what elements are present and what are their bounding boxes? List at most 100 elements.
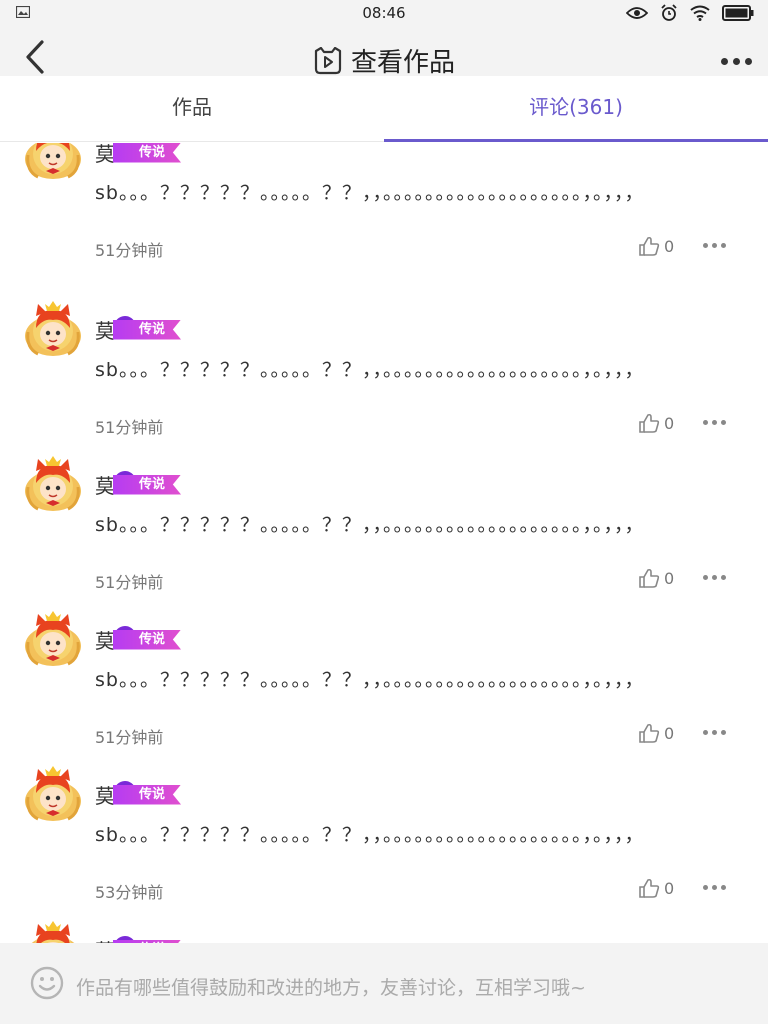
like-count: 0 <box>664 568 675 588</box>
like-count: 0 <box>664 236 675 256</box>
battery-icon <box>722 5 754 21</box>
wifi-icon <box>690 5 710 21</box>
badge-label: 传说 <box>113 629 182 650</box>
like-count: 0 <box>664 413 675 433</box>
username[interactable]: 莫 <box>95 935 115 943</box>
comment-time: 51分钟前 <box>95 728 164 747</box>
thumb-up-icon <box>639 723 660 743</box>
badge-label: 传说 <box>113 474 182 495</box>
dot <box>721 575 726 580</box>
dot <box>721 420 726 425</box>
like-count: 0 <box>664 723 675 743</box>
dot <box>712 575 717 580</box>
like-count: 0 <box>664 878 675 898</box>
badge-label: 传说 <box>113 319 182 340</box>
username[interactable]: 莫 <box>95 143 115 167</box>
name-row: 莫 传说 <box>95 935 182 943</box>
comment-item: 莫 传说 <box>0 918 768 943</box>
comment-time: 51分钟前 <box>95 418 164 437</box>
title-wrap: 查看作品 <box>0 42 768 79</box>
dot <box>703 730 708 735</box>
like-button[interactable]: 0 <box>638 412 674 434</box>
comment-more-icon[interactable] <box>703 730 726 735</box>
username[interactable]: 莫 <box>95 780 115 809</box>
avatar[interactable] <box>22 453 84 515</box>
thumb-up-icon <box>639 236 660 256</box>
level-badge: 传说 <box>113 625 182 651</box>
level-badge: 传说 <box>113 315 182 341</box>
avatar[interactable] <box>22 608 84 670</box>
eye-icon <box>626 7 648 19</box>
comment-text: sb。。。？？？？？。。。。。？？，，。。。。。。。。。。。。。。。。。。。，。… <box>95 514 645 536</box>
username[interactable]: 莫 <box>95 315 115 344</box>
smiley-icon[interactable] <box>30 966 64 1000</box>
dot <box>703 420 708 425</box>
page-title: 查看作品 <box>350 48 455 78</box>
level-badge: 传说 <box>113 143 182 164</box>
dot <box>745 58 752 65</box>
avatar[interactable] <box>22 298 84 360</box>
dot <box>733 58 740 65</box>
level-badge: 传说 <box>113 780 182 806</box>
username[interactable]: 莫 <box>95 625 115 654</box>
thumb-up-icon <box>639 878 660 898</box>
dot <box>721 730 726 735</box>
video-work-icon <box>314 46 342 74</box>
comment-text: sb。。。？？？？？。。。。。？？，，。。。。。。。。。。。。。。。。。。。，。… <box>95 359 645 381</box>
avatar[interactable] <box>22 918 84 943</box>
comment-item: 莫 传说 sb。。。？？？？？。。。。。？？，，。。。。。。。。。。。。。。。。… <box>0 608 768 763</box>
status-bar: 08:46 <box>0 0 768 28</box>
comment-more-icon[interactable] <box>703 420 726 425</box>
badge-label: 传说 <box>113 143 182 163</box>
tab-bar: 作品 评论(361) <box>0 76 768 142</box>
comment-time: 51分钟前 <box>95 241 164 260</box>
comment-more-icon[interactable] <box>703 885 726 890</box>
comment-item: 莫 传说 sb。。。？？？？？。。。。。？？，，。。。。。。。。。。。。。。。。… <box>0 453 768 608</box>
dot <box>703 575 708 580</box>
comment-item: 莫 传说 sb。。。？？？？？。。。。。？？，，。。。。。。。。。。。。。。。。… <box>0 298 768 453</box>
comment-input-bar[interactable]: 作品有哪些值得鼓励和改进的地方，友善讨论，互相学习哦~ <box>0 943 768 1024</box>
comment-item: 莫 传说 sb。。。？？？？？。。。。。？？，，。。。。。。。。。。。。。。。。… <box>0 143 768 276</box>
comment-text: sb。。。？？？？？。。。。。？？，，。。。。。。。。。。。。。。。。。。。，。… <box>95 824 645 846</box>
more-dots-icon[interactable] <box>721 58 752 65</box>
thumb-up-icon <box>639 413 660 433</box>
status-icons <box>626 4 754 22</box>
avatar[interactable] <box>22 763 84 825</box>
name-row: 莫 传说 <box>95 625 182 654</box>
name-row: 莫 传说 <box>95 143 182 167</box>
like-button[interactable]: 0 <box>638 877 674 899</box>
thumb-up-icon <box>639 568 660 588</box>
tab-works[interactable]: 作品 <box>0 76 384 141</box>
dot <box>712 730 717 735</box>
tab-comments[interactable]: 评论(361) <box>384 76 768 142</box>
dot <box>721 58 728 65</box>
comment-input-placeholder[interactable]: 作品有哪些值得鼓励和改进的地方，友善讨论，互相学习哦~ <box>76 973 586 1000</box>
like-button[interactable]: 0 <box>638 722 674 744</box>
avatar[interactable] <box>22 143 84 183</box>
like-button[interactable]: 0 <box>638 235 674 257</box>
dot <box>712 420 717 425</box>
dot <box>703 885 708 890</box>
dot <box>712 243 717 248</box>
comment-text: sb。。。？？？？？。。。。。？？，，。。。。。。。。。。。。。。。。。。。，。… <box>95 669 645 691</box>
dot <box>721 243 726 248</box>
dot <box>703 243 708 248</box>
comment-list[interactable]: 莫 传说 sb。。。？？？？？。。。。。？？，，。。。。。。。。。。。。。。。。… <box>0 143 768 943</box>
level-badge: 传说 <box>113 470 182 496</box>
comment-more-icon[interactable] <box>703 575 726 580</box>
comment-time: 51分钟前 <box>95 573 164 592</box>
dot <box>712 885 717 890</box>
username[interactable]: 莫 <box>95 470 115 499</box>
comment-time: 53分钟前 <box>95 883 164 902</box>
title-bar: 查看作品 <box>0 28 768 79</box>
name-row: 莫 传说 <box>95 470 182 499</box>
like-button[interactable]: 0 <box>638 567 674 589</box>
name-row: 莫 传说 <box>95 315 182 344</box>
badge-label: 传说 <box>113 784 182 805</box>
alarm-icon <box>661 4 677 21</box>
comment-item: 莫 传说 sb。。。？？？？？。。。。。？？，，。。。。。。。。。。。。。。。。… <box>0 763 768 918</box>
comment-more-icon[interactable] <box>703 243 726 248</box>
dot <box>721 885 726 890</box>
comment-text: sb。。。？？？？？。。。。。？？，，。。。。。。。。。。。。。。。。。。。，。… <box>95 182 645 204</box>
name-row: 莫 传说 <box>95 780 182 809</box>
